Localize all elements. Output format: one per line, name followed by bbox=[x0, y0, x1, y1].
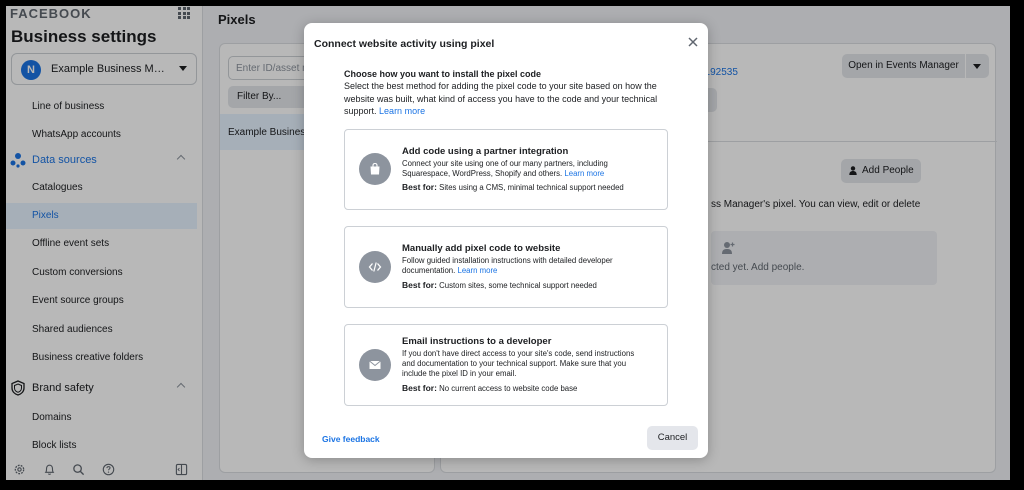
best-for-text: Custom sites, some technical support nee… bbox=[439, 281, 597, 290]
app-window: FACEBOOK Business settings N Example Bus… bbox=[6, 6, 1010, 480]
option-title: Email instructions to a developer bbox=[402, 336, 552, 347]
best-for-label: Best for: bbox=[402, 280, 437, 290]
option-title: Add code using a partner integration bbox=[402, 146, 569, 157]
option-icon-circle bbox=[359, 349, 391, 381]
option-description: If you don't have direct access to your … bbox=[402, 349, 635, 378]
option-title: Manually add pixel code to website bbox=[402, 243, 561, 254]
connect-pixel-dialog: Connect website activity using pixel Cho… bbox=[304, 23, 708, 458]
option-icon-circle bbox=[359, 251, 391, 283]
learn-more-link[interactable]: Learn more bbox=[458, 266, 498, 275]
code-icon bbox=[368, 262, 382, 272]
best-for-text: Sites using a CMS, minimal technical sup… bbox=[439, 183, 624, 192]
dialog-heading: Choose how you want to install the pixel… bbox=[344, 69, 542, 79]
close-icon[interactable] bbox=[687, 36, 699, 48]
option-manual-install[interactable]: Manually add pixel code to website Follo… bbox=[344, 226, 668, 308]
shopping-bag-icon bbox=[370, 162, 380, 175]
option-description: Follow guided installation instructions … bbox=[402, 256, 647, 276]
learn-more-link[interactable]: Learn more bbox=[379, 106, 425, 116]
option-icon-circle bbox=[359, 153, 391, 185]
option-best-for: Best for: Custom sites, some technical s… bbox=[402, 280, 597, 290]
best-for-text: No current access to website code base bbox=[439, 384, 578, 393]
cancel-button[interactable]: Cancel bbox=[647, 426, 698, 450]
dialog-description: Select the best method for adding the pi… bbox=[344, 80, 669, 118]
option-description-text: Follow guided installation instructions … bbox=[402, 256, 613, 275]
learn-more-link[interactable]: Learn more bbox=[564, 169, 604, 178]
envelope-icon bbox=[369, 360, 381, 369]
option-best-for: Best for: Sites using a CMS, minimal tec… bbox=[402, 182, 624, 192]
option-email-developer[interactable]: Email instructions to a developer If you… bbox=[344, 324, 668, 406]
dialog-title: Connect website activity using pixel bbox=[314, 38, 495, 50]
best-for-label: Best for: bbox=[402, 383, 437, 393]
best-for-label: Best for: bbox=[402, 182, 437, 192]
option-partner-integration[interactable]: Add code using a partner integration Con… bbox=[344, 129, 668, 210]
option-best-for: Best for: No current access to website c… bbox=[402, 383, 577, 393]
option-description: Connect your site using one of our many … bbox=[402, 159, 647, 179]
give-feedback-link[interactable]: Give feedback bbox=[322, 434, 380, 444]
